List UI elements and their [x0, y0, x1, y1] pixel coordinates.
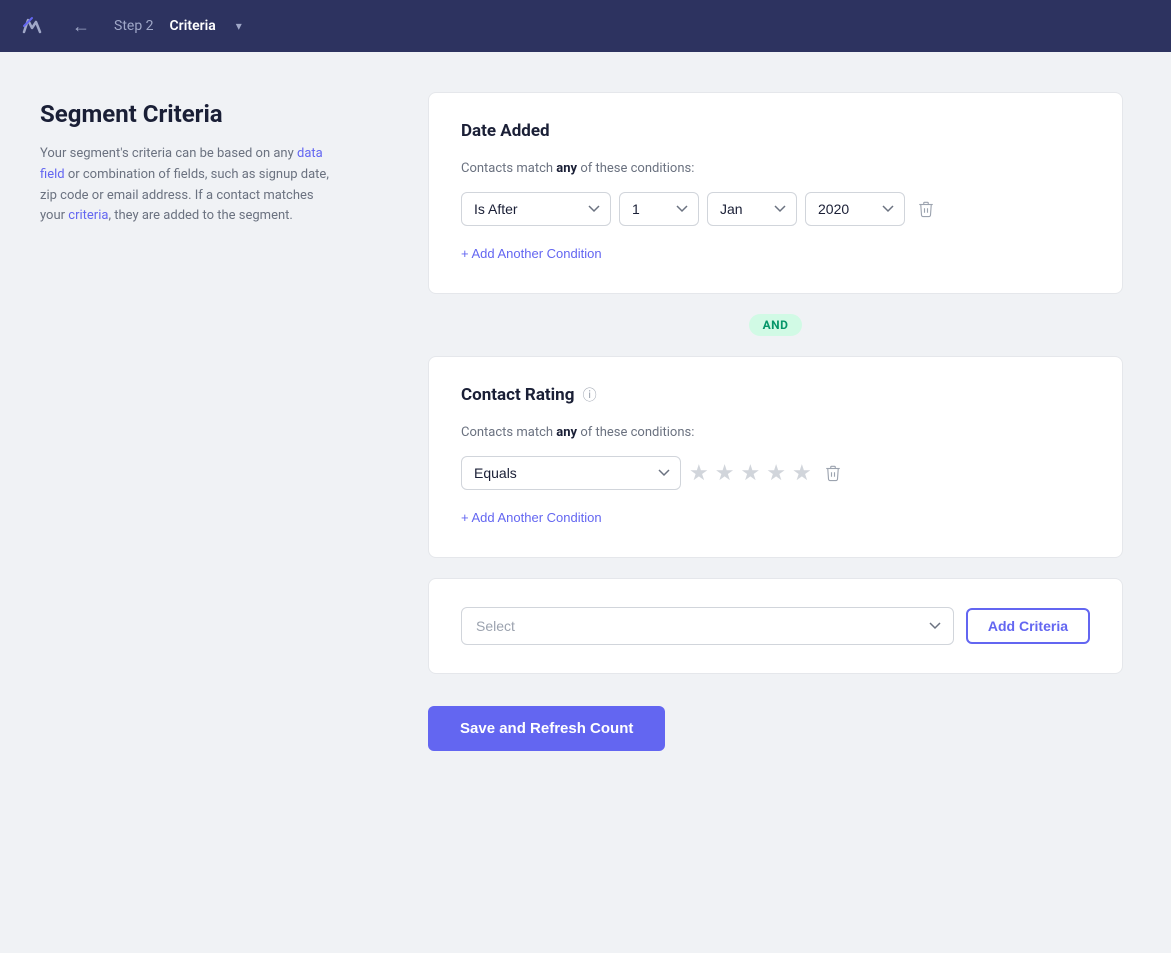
cr-conditions-prefix: Contacts match — [461, 425, 556, 440]
step-label: Step 2 — [114, 18, 154, 34]
star-5[interactable]: ★ — [792, 461, 812, 486]
sidebar-title: Segment Criteria — [40, 100, 340, 128]
conditions-suffix: of these conditions: — [577, 161, 694, 176]
date-operator-select[interactable]: Is After Is Before Is On Is Between — [461, 192, 611, 226]
step-title: Criteria — [170, 18, 216, 34]
date-year-select[interactable]: 201820192020 2021202220232024 — [805, 192, 905, 226]
date-added-card: Date Added Contacts match any of these c… — [428, 92, 1123, 294]
add-condition-label: + Add Another Condition — [461, 246, 602, 261]
back-button[interactable]: ← — [64, 12, 98, 41]
top-navigation: ← Step 2 Criteria ▾ — [0, 0, 1171, 52]
info-icon: ⓘ — [583, 388, 597, 404]
main-layout: Segment Criteria Your segment's criteria… — [0, 52, 1171, 953]
delete-rating-condition-button[interactable] — [820, 460, 846, 486]
back-arrow-icon: ← — [72, 16, 90, 37]
star-2[interactable]: ★ — [715, 461, 735, 486]
main-content: Date Added Contacts match any of these c… — [380, 52, 1171, 953]
star-1[interactable]: ★ — [689, 461, 709, 486]
date-added-conditions-label: Contacts match any of these conditions: — [461, 161, 1090, 176]
conditions-any: any — [556, 161, 577, 176]
delete-date-condition-button[interactable] — [913, 196, 939, 222]
date-day-select[interactable]: 12345 678910 15202531 — [619, 192, 699, 226]
chevron-down-icon[interactable]: ▾ — [236, 19, 242, 33]
contact-rating-title: Contact Rating ⓘ — [461, 385, 1090, 405]
sidebar-description: Your segment's criteria can be based on … — [40, 144, 340, 227]
add-rating-condition-label: + Add Another Condition — [461, 510, 602, 525]
highlight-data-field: data field — [40, 146, 323, 182]
rating-operator-select[interactable]: Equals Does Not Equal Is Greater Than Is… — [461, 456, 681, 490]
date-added-title: Date Added — [461, 121, 1090, 141]
contact-rating-conditions-label: Contacts match any of these conditions: — [461, 425, 1090, 440]
cr-conditions-any: any — [556, 425, 577, 440]
cr-conditions-suffix: of these conditions: — [577, 425, 694, 440]
add-criteria-button[interactable]: Add Criteria — [966, 608, 1090, 644]
sidebar: Segment Criteria Your segment's criteria… — [0, 52, 380, 953]
stars-rating: ★ ★ ★ ★ ★ — [689, 461, 812, 486]
date-condition-row: Is After Is Before Is On Is Between 1234… — [461, 192, 1090, 226]
select-criteria-row: Select Add Criteria — [461, 607, 1090, 645]
criteria-select[interactable]: Select — [461, 607, 954, 645]
conditions-prefix: Contacts match — [461, 161, 556, 176]
select-criteria-card: Select Add Criteria — [428, 578, 1123, 674]
app-logo — [16, 10, 48, 42]
add-rating-condition-button[interactable]: + Add Another Condition — [461, 506, 602, 529]
add-date-condition-button[interactable]: + Add Another Condition — [461, 242, 602, 265]
star-3[interactable]: ★ — [740, 461, 760, 486]
and-badge: AND — [749, 314, 803, 336]
star-4[interactable]: ★ — [766, 461, 786, 486]
contact-rating-card: Contact Rating ⓘ Contacts match any of t… — [428, 356, 1123, 558]
highlight-criteria: criteria — [68, 208, 108, 223]
rating-condition-row: Equals Does Not Equal Is Greater Than Is… — [461, 456, 1090, 490]
and-divider: AND — [428, 314, 1123, 336]
save-refresh-button[interactable]: Save and Refresh Count — [428, 706, 665, 751]
date-month-select[interactable]: JanFebMarApr MayJunJulAug SepOctNovDec — [707, 192, 797, 226]
